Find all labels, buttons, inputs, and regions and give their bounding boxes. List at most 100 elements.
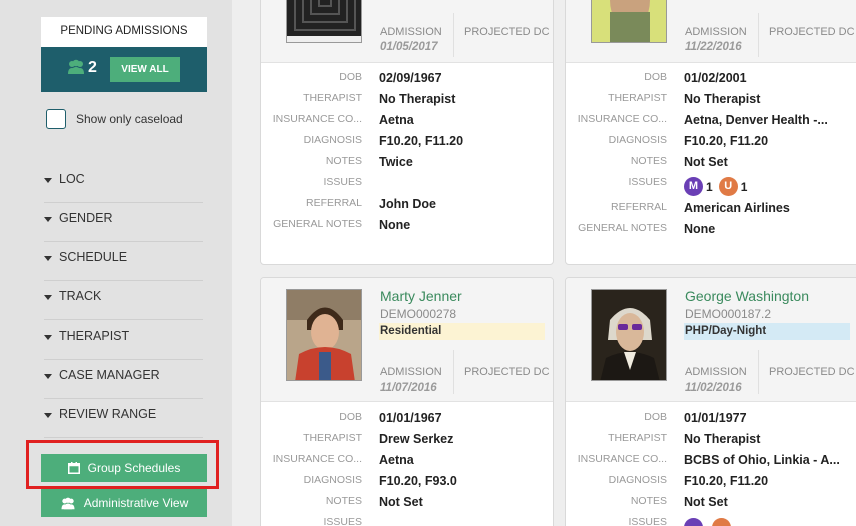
field-label: REFERRAL [610,201,667,213]
filter-review-range[interactable]: REVIEW RANGE [44,399,203,438]
issue-count: 1 [706,179,713,194]
field-row-notes: NOTES Twice [261,155,553,176]
field-label: GENERAL NOTES [273,218,362,230]
field-row-therapist: THERAPIST No Therapist [566,92,856,113]
field-value: F10.20, F11.20 [684,134,769,148]
field-row-insurance: INSURANCE CO... Aetna [261,113,553,134]
issue-badge-u[interactable]: U [718,177,738,196]
admission-label: ADMISSION [380,26,442,38]
filter-gender[interactable]: GENDER [44,203,203,242]
caseload-label: Show only caseload [76,112,183,126]
header-divider [453,350,454,394]
field-value: 01/01/1977 [684,411,747,425]
field-row-dob: DOB 02/09/1967 [261,71,553,92]
field-label: ISSUES [323,516,362,526]
patient-id: DEMO000187.2 [685,307,772,321]
field-label: INSURANCE CO... [272,113,362,125]
field-label: NOTES [630,155,667,167]
caret-down-icon [44,217,52,222]
filter-label: TRACK [59,289,102,303]
field-value: 01/01/1967 [379,411,442,425]
caseload-toggle[interactable]: Show only caseload [46,109,183,129]
caret-down-icon [44,178,52,183]
projected-dc-label: PROJECTED DC [464,366,550,378]
field-value: John Doe [379,197,436,211]
highlight-box [26,440,219,489]
patient-photo [286,289,362,381]
field-label: INSURANCE CO... [577,113,667,125]
view-all-button[interactable]: VIEW ALL [110,57,180,82]
field-value: Drew Serkez [379,432,454,446]
field-label: NOTES [630,495,667,507]
field-row-issues: ISSUES [566,516,856,526]
patient-photo [286,0,362,43]
field-value: Not Set [684,155,728,169]
filter-track[interactable]: TRACK [44,281,203,320]
pending-admissions-panel: PENDING ADMISSIONS 2 VIEW ALL [41,17,207,92]
patient-card[interactable]: ADMISSION 01/05/2017 PROJECTED DC DOB 02/… [260,0,554,265]
field-value: Not Set [379,495,423,509]
caret-down-icon [44,335,52,340]
patient-card[interactable]: ADMISSION 11/22/2016 PROJECTED DC DOB 01/… [565,0,856,265]
filter-label: GENDER [59,211,113,225]
patient-photo [591,289,667,381]
field-row-diagnosis: DIAGNOSIS F10.20, F11.20 [566,134,856,155]
field-value: No Therapist [684,92,761,106]
patient-name[interactable]: Marty Jenner [380,288,462,304]
field-row-diagnosis: DIAGNOSIS F10.20, F93.0 [261,474,553,495]
field-label: ISSUES [323,176,362,188]
field-label: DOB [644,71,667,83]
patient-name[interactable]: George Washington [685,288,809,304]
field-row-issues: ISSUES M1U1 [566,176,856,197]
administrative-view-label: Administrative View [83,496,189,510]
filter-label: THERAPIST [59,329,130,343]
field-row-general-notes: GENERAL NOTES None [261,218,553,239]
filter-schedule[interactable]: SCHEDULE [44,242,203,281]
field-row-diagnosis: DIAGNOSIS F10.20, F11.20 [566,474,856,495]
patient-card[interactable]: Marty Jenner DEMO000278 Residential ADMI… [260,277,554,526]
filter-loc[interactable]: LOC [44,164,203,203]
field-label: INSURANCE CO... [577,453,667,465]
patient-card[interactable]: George Washington DEMO000187.2 PHP/Day-N… [565,277,856,526]
card-header: George Washington DEMO000187.2 PHP/Day-N… [566,278,856,402]
issue-badge-m[interactable]: M [684,177,703,196]
field-label: DOB [644,411,667,423]
caret-down-icon [44,256,52,261]
users-icon [67,59,85,80]
issue-badge-u[interactable] [712,518,731,526]
field-value: Aetna [379,113,414,127]
patient-id: DEMO000278 [380,307,457,321]
patient-photo [591,0,667,43]
field-value: 01/02/2001 [684,71,747,85]
field-label: DOB [339,71,362,83]
field-row-issues: ISSUES [261,516,553,526]
caret-down-icon [44,413,52,418]
field-value: None [684,222,716,236]
administrative-view-button[interactable]: Administrative View [41,489,207,517]
filter-case-manager[interactable]: CASE MANAGER [44,360,203,399]
field-row-therapist: THERAPIST No Therapist [566,432,856,453]
issue-badge-m[interactable] [684,518,703,526]
pending-admissions-bar: 2 VIEW ALL [41,47,207,92]
card-header: ADMISSION 11/22/2016 PROJECTED DC [566,0,856,63]
projected-dc-label: PROJECTED DC [769,26,855,38]
filter-label: SCHEDULE [59,250,128,264]
field-label: THERAPIST [608,92,667,104]
caseload-checkbox[interactable] [46,109,66,129]
field-value: None [379,218,411,232]
field-label: REFERRAL [305,197,362,209]
admission-date: 11/02/2016 [685,382,742,394]
field-label: THERAPIST [303,92,362,104]
filter-therapist[interactable]: THERAPIST [44,321,203,360]
filter-label: LOC [59,172,85,186]
field-row-general-notes: GENERAL NOTES None [566,222,856,243]
field-row-dob: DOB 01/01/1967 [261,411,553,432]
field-label: NOTES [325,155,362,167]
issue-badges [684,518,731,526]
field-row-referral: REFERRAL John Doe [261,197,553,218]
header-divider [758,350,759,394]
admission-date: 11/22/2016 [685,41,742,53]
field-label: DOB [339,411,362,423]
caret-down-icon [44,374,52,379]
issue-count: 1 [740,179,748,194]
